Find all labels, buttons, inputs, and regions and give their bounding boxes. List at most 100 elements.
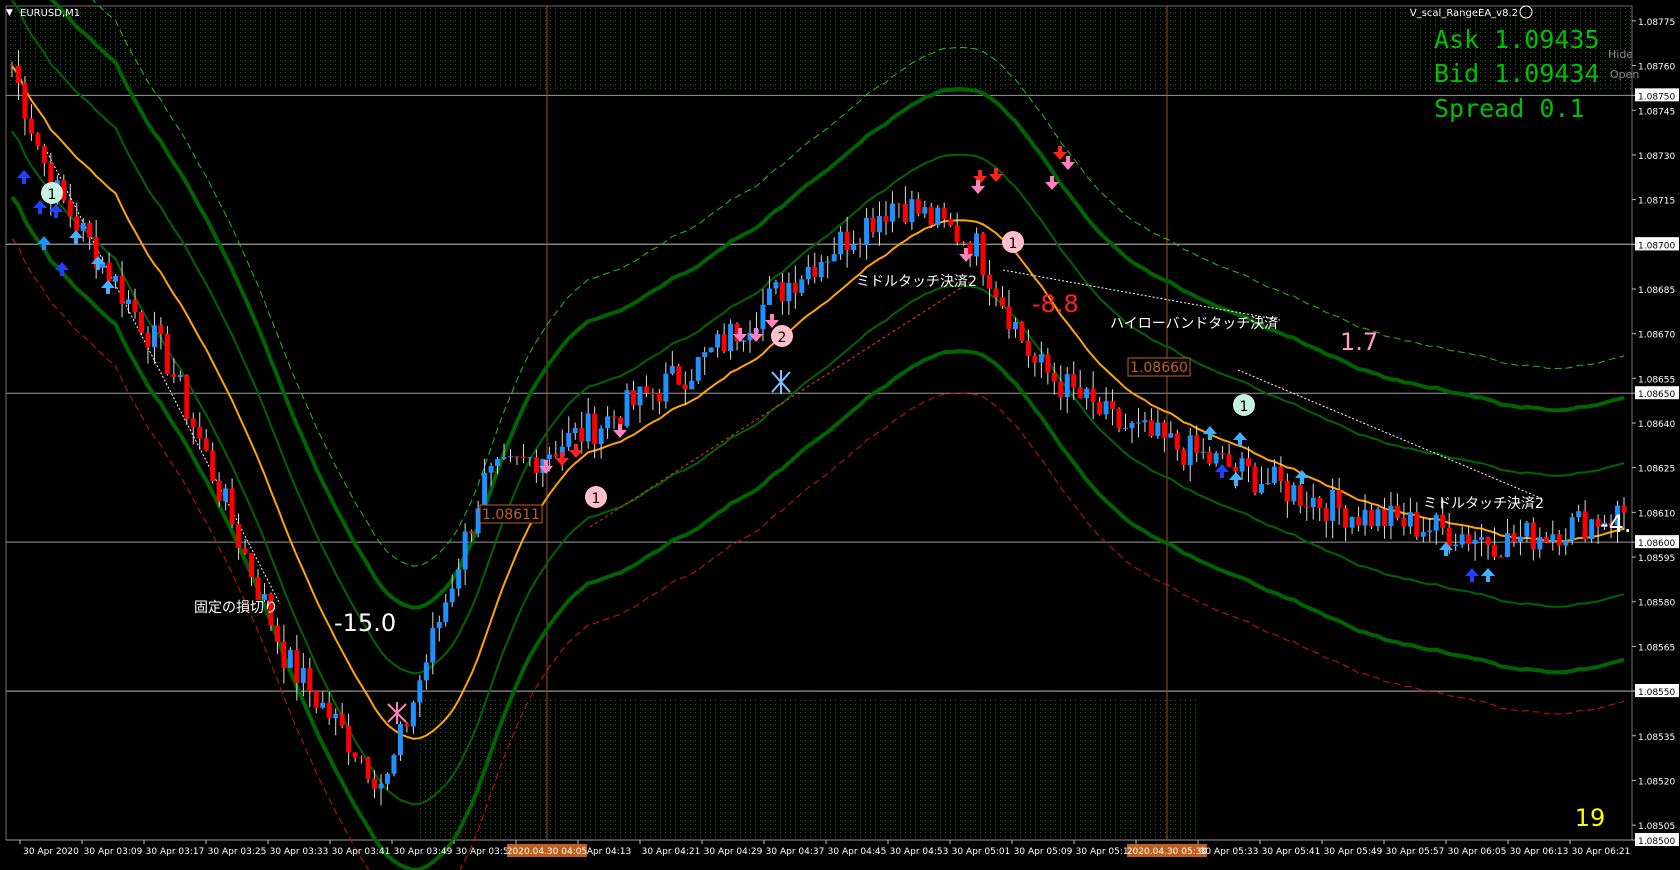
price-tick-label: 1.08565 — [1638, 643, 1675, 653]
candle-body — [1000, 297, 1006, 307]
hide-button[interactable]: Hide — [1608, 48, 1633, 61]
candle-body — [961, 242, 967, 244]
candle-body — [870, 217, 876, 233]
candle-body — [553, 454, 559, 457]
dropdown-arrow-icon[interactable]: ▼ — [6, 8, 13, 18]
chart-window[interactable]: 1.08775 1.08760 1.08745 1.08730 1.08715 1.087… — [0, 0, 1680, 870]
arrow-down-icon — [765, 314, 779, 328]
candle-body — [1310, 497, 1316, 508]
candle-body — [1103, 401, 1109, 415]
candle-body — [326, 702, 332, 719]
candle-body — [313, 691, 319, 708]
price-tick-label: 1.08715 — [1638, 197, 1675, 207]
candle-body — [1135, 422, 1141, 424]
candle-body — [572, 427, 578, 434]
candle-body — [28, 118, 34, 134]
candle-body — [792, 282, 798, 293]
price-chart[interactable]: 1.08775 1.08760 1.08745 1.08730 1.08715 1.087… — [0, 0, 1680, 870]
time-tick-label: 30 Apr 05:01 — [952, 847, 1011, 857]
candle-body — [22, 83, 28, 119]
badge-number: 1 — [592, 491, 601, 507]
trade-line — [1237, 369, 1544, 500]
candle-body — [592, 413, 598, 445]
time-tick-label: 30 Apr 05:49 — [1324, 847, 1383, 857]
price-tick-label: 1.08610 — [1638, 509, 1675, 519]
candle-body — [1239, 458, 1245, 472]
candle-body — [637, 386, 643, 406]
arrow-up-icon — [1481, 568, 1495, 582]
open-button[interactable]: Open — [1610, 68, 1639, 81]
candle-body — [650, 392, 656, 394]
candle-body — [333, 713, 339, 719]
time-tick-label: 30 Apr 06:21 — [1572, 847, 1631, 857]
candle-body — [417, 680, 423, 703]
candle-body — [1084, 388, 1090, 399]
candle-body — [1356, 516, 1362, 526]
arrow-up-icon — [101, 280, 115, 294]
candle-body — [404, 723, 410, 727]
candle-body — [391, 755, 397, 774]
candle-body — [15, 65, 21, 84]
price-tick-label: 1.08500 — [1638, 837, 1675, 847]
candle-body — [1492, 544, 1498, 557]
candle-body — [1453, 544, 1459, 547]
candle-body — [132, 299, 138, 312]
candle-body — [1297, 485, 1303, 506]
candle-body — [1343, 508, 1349, 528]
candle-body — [838, 231, 844, 255]
candle-body — [773, 282, 779, 289]
time-tick-label: 30 Apr 06:13 — [1510, 847, 1569, 857]
candle-body — [1226, 454, 1232, 467]
candle-body — [682, 384, 688, 390]
candle-body — [1563, 540, 1569, 546]
dot-pattern-fill — [6, 6, 1632, 840]
candle-body — [585, 413, 591, 442]
candle-body — [1045, 354, 1051, 373]
candle-body — [456, 569, 462, 589]
candle-body — [1394, 505, 1400, 519]
ea-name: V_scal_RangeEA_v8.2 — [1410, 8, 1518, 19]
candle-body — [1006, 306, 1012, 330]
candle-body — [443, 602, 449, 622]
candle-body — [1194, 435, 1200, 453]
candle-body — [67, 200, 73, 217]
candle-body — [1187, 435, 1193, 466]
candle-body — [630, 390, 636, 406]
candle-body — [1369, 509, 1375, 527]
candle-body — [378, 783, 384, 789]
candle-body — [462, 531, 468, 570]
cross-marker-icon — [387, 702, 407, 724]
candle-body — [1401, 518, 1407, 527]
candle-body — [812, 266, 818, 278]
time-tick-label: 30 Apr 03:49 — [394, 847, 453, 857]
candle-body — [1174, 433, 1180, 450]
time-tick-label: 30 Apr 04:37 — [766, 847, 825, 857]
price-tick-label: 1.08535 — [1638, 733, 1675, 743]
arrow-down-icon — [555, 452, 569, 466]
candle-body — [941, 207, 947, 219]
candle-body — [779, 282, 785, 302]
candle-body — [1524, 522, 1530, 537]
candle-body — [469, 531, 475, 534]
time-tick-label: 30 Apr 04:45 — [828, 847, 887, 857]
arrow-down-icon — [989, 168, 1003, 182]
candle-body — [598, 428, 604, 445]
candle-body — [1446, 527, 1452, 547]
candle-body — [1123, 427, 1129, 429]
candle-body — [579, 427, 585, 442]
time-tick-label: 30 Apr 2020 — [23, 847, 79, 857]
trade-annotations: 固定の損切り ミドルタッチ決済2 ハイローバンドタッチ決済 ミドルタッチ決済2 … — [194, 274, 1632, 637]
candle-body — [300, 668, 306, 683]
arrow-up-icon — [17, 170, 31, 184]
candle-body — [1051, 372, 1057, 382]
candle-body — [197, 426, 203, 439]
price-tag-2: 1.08660 — [1130, 360, 1188, 376]
candle-body — [669, 366, 675, 374]
candle-body — [935, 207, 941, 226]
candle-body — [1433, 514, 1439, 531]
candle-body — [372, 778, 378, 789]
candle-body — [158, 325, 164, 334]
candle-body — [236, 524, 242, 549]
time-tick-label: 30 Apr 05:09 — [1014, 847, 1073, 857]
candle-body — [1071, 374, 1077, 388]
